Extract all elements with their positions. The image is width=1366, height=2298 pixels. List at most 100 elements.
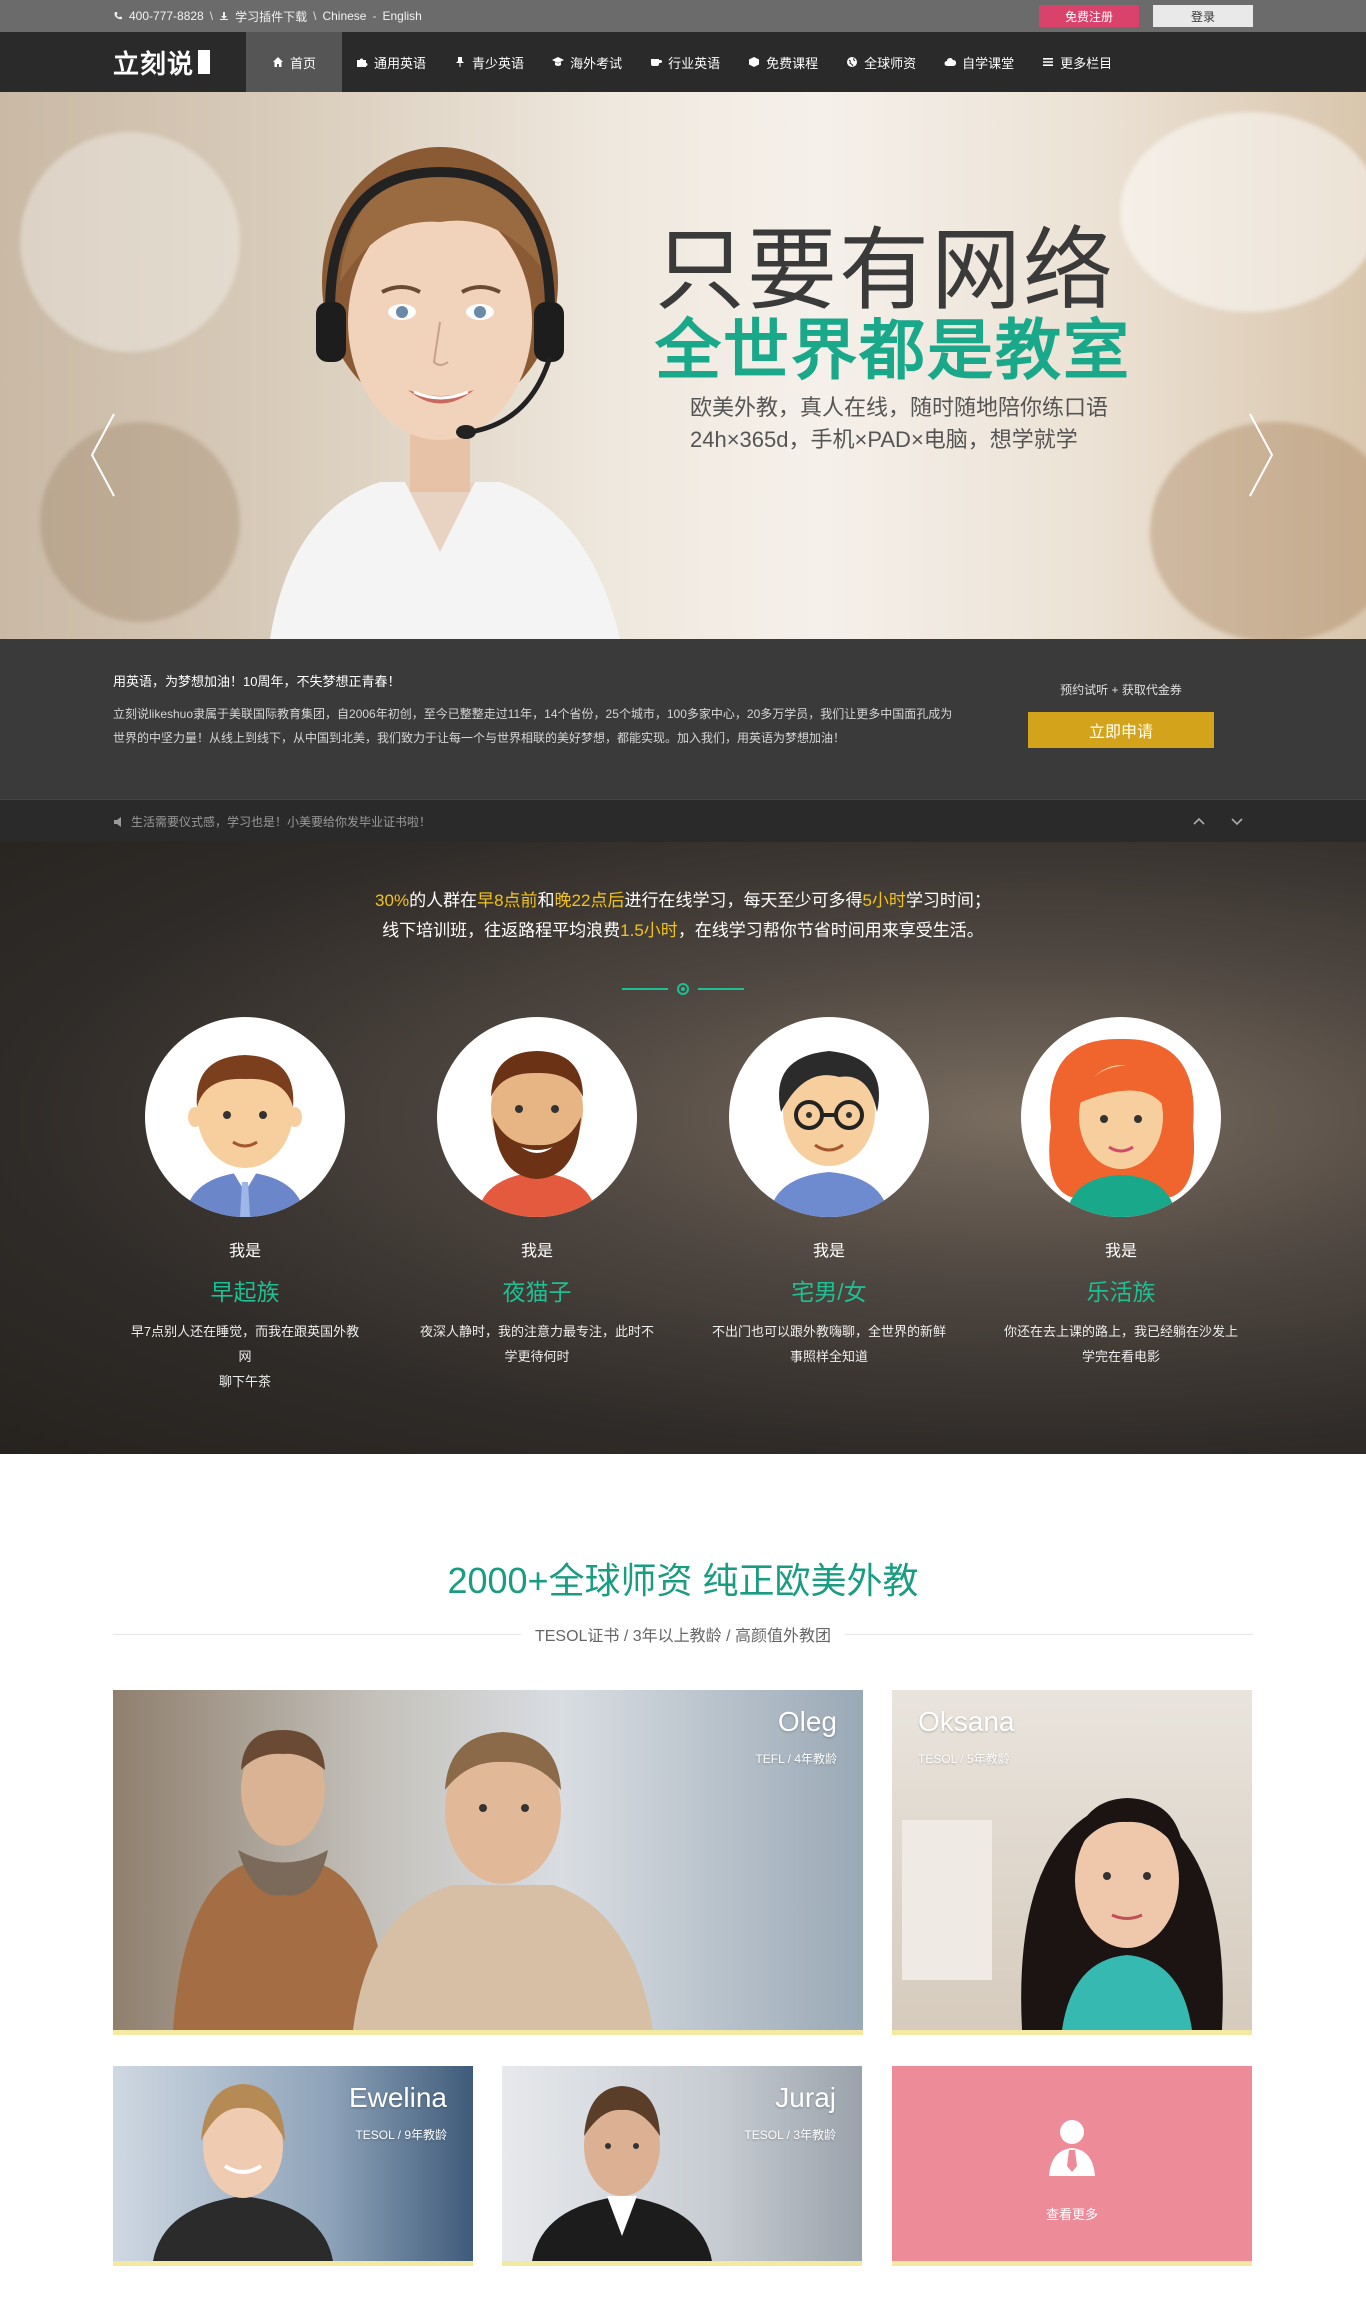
avatar: [729, 1017, 929, 1217]
nav-item-label: 青少英语: [472, 55, 525, 71]
stat-highlight: 30%: [375, 891, 410, 910]
stat-text: 线下培训班，往返路程平均浪费: [382, 921, 621, 940]
notice-text[interactable]: 生活需要仪式感，学习也是！小美要给你发毕业证书啦！: [131, 813, 431, 830]
nav-item-label: 首页: [290, 55, 317, 71]
hero-banner: 只要有网络 全世界都是教室 欧美外教，真人在线，随时随地陪你练口语 24h×36…: [0, 92, 1366, 639]
persona-description: 不出门也可以跟外教嗨聊，全世界的新鲜 事照样全知道: [709, 1319, 949, 1369]
stat-highlight: 1.5小时: [620, 921, 678, 940]
nav-item-label: 更多栏目: [1060, 55, 1113, 71]
nav-item-global-teachers[interactable]: 全球师资: [832, 32, 930, 92]
teacher-photo: [173, 1730, 653, 2030]
phone-number: 400-777-8828: [129, 9, 204, 23]
teacher-card-oksana[interactable]: Oksana TESOL / 5年教龄: [892, 1690, 1252, 2035]
plugin-download-link[interactable]: 学习插件下载: [235, 8, 307, 25]
teacher-name: Oksana: [918, 1706, 1015, 1737]
graduation-cap-icon: [552, 57, 565, 66]
home-icon: [273, 57, 284, 67]
hero-description-line: 24h×365d，手机×PAD×电脑，想学就学: [690, 427, 1078, 452]
logo-text: 立刻说: [113, 48, 195, 79]
bg-light-blob: [20, 132, 240, 352]
teacher-name: Juraj: [775, 2082, 836, 2113]
teacher-credentials: TEFL / 4年教龄: [755, 1752, 837, 1766]
teacher-credentials: TESOL / 5年教龄: [918, 1752, 1010, 1766]
persona-prefix: 我是: [228, 1243, 261, 1260]
teacher-card-ewelina[interactable]: Ewelina TESOL / 9年教龄: [113, 2066, 473, 2266]
teacher-name: Oleg: [777, 1706, 837, 1737]
persona-name: 夜猫子: [502, 1279, 572, 1305]
nav-item-label: 行业英语: [668, 55, 721, 71]
nav-item-self-study[interactable]: 自学课堂: [930, 32, 1028, 92]
teacher-name: Ewelina: [348, 2082, 447, 2113]
persona-night-owl: 我是 夜猫子 夜深人静时，我的注意力最专注，此时不 学更待何时: [417, 1017, 657, 1369]
stat-text: 和: [537, 891, 555, 910]
persona-description-line: 学更待何时: [504, 1349, 570, 1364]
intro-headline: 用英语，为梦想加油！10周年，不失梦想正青春！: [113, 674, 401, 689]
intro-section: 用英语，为梦想加油！10周年，不失梦想正青春！ 立刻说likeshuo隶属于美联…: [0, 639, 1366, 799]
persona-homebody: 我是 宅男/女 不出门也可以跟外教嗨聊，全世界的新鲜 事照样全知道: [709, 1017, 949, 1369]
speaker-icon: [114, 816, 121, 827]
chevron-down-icon[interactable]: [1228, 812, 1246, 830]
avatar: [1021, 1017, 1221, 1217]
teacher-card-oleg[interactable]: Oleg TEFL / 4年教龄: [113, 1690, 863, 2035]
logo-tag-icon: [198, 50, 211, 74]
teacher-credentials: TESOL / 9年教龄: [355, 2128, 447, 2142]
persona-name: 乐活族: [1086, 1279, 1156, 1305]
puzzle-icon: [357, 58, 368, 67]
stat-text: 进行在线学习，每天至少可多得: [624, 891, 863, 910]
prev-slide-arrow-icon[interactable]: [88, 410, 118, 500]
stat-text: 的人群在: [409, 891, 478, 910]
nav-item-more[interactable]: 更多栏目: [1028, 32, 1126, 92]
nav-item-home[interactable]: 首页: [246, 32, 343, 92]
nav-item-youth-english[interactable]: 青少英语: [440, 32, 538, 92]
persona-lohas: 我是 乐活族 你还在去上课的路上，我已经躺在沙发上 学完在看电影: [1001, 1017, 1241, 1369]
persona-prefix: 我是: [520, 1243, 553, 1260]
persona-description-line: 学完在看电影: [1081, 1349, 1160, 1364]
persona-description: 早7点别人还在睡觉，而我在跟英国外教网 聊下午茶: [125, 1319, 365, 1394]
nav-item-overseas-exam[interactable]: 海外考试: [538, 32, 636, 92]
night-owl-avatar-icon: [477, 1051, 597, 1217]
chevron-up-icon[interactable]: [1190, 812, 1208, 830]
nav-item-label: 全球师资: [864, 55, 917, 71]
lang-chinese-link[interactable]: Chinese: [322, 9, 366, 23]
nav-item-label: 自学课堂: [962, 55, 1015, 71]
apply-now-button[interactable]: 立即申请: [1028, 712, 1214, 748]
stat-highlight: 晚22点后: [554, 891, 625, 910]
section-divider-icon: [622, 983, 744, 995]
bg-light-blob: [40, 422, 240, 622]
early-riser-avatar-icon: [185, 1055, 305, 1217]
persona-description-line: 事照样全知道: [789, 1349, 868, 1364]
view-more-teachers-card[interactable]: 查看更多: [892, 2066, 1252, 2266]
intro-body: 立刻说likeshuo隶属于美联国际教育集团，自2006年初创，至今已整整走过1…: [113, 707, 953, 745]
lohas-avatar-icon: [1049, 1038, 1195, 1217]
nav-item-industry-english[interactable]: 行业英语: [636, 32, 734, 92]
persona-description-line: 不出门也可以跟外教嗨聊，全世界的新鲜: [711, 1324, 946, 1339]
audience-stats: 30%的人群在早8点前和晚22点后进行在线学习，每天至少可多得5小时学习时间； …: [0, 886, 1366, 946]
teacher-photo: [902, 1798, 1223, 2030]
download-icon: [220, 12, 229, 20]
avatar: [145, 1017, 345, 1217]
teacher-card-juraj[interactable]: Juraj TESOL / 3年教龄: [502, 2066, 862, 2266]
site-logo[interactable]: 立刻说: [113, 44, 211, 81]
homebody-avatar-icon: [769, 1051, 889, 1217]
persona-description: 你还在去上课的路上，我已经躺在沙发上 学完在看电影: [1001, 1319, 1241, 1369]
persona-description-line: 聊下午茶: [218, 1374, 271, 1389]
nav-item-general-english[interactable]: 通用英语: [342, 32, 440, 92]
nav-item-free-courses[interactable]: 免费课程: [734, 32, 832, 92]
persona-description: 夜深人静时，我的注意力最专注，此时不 学更待何时: [417, 1319, 657, 1369]
user-icon: [1049, 2120, 1095, 2176]
nav-item-label: 通用英语: [374, 55, 427, 71]
stat-text: 学习时间；: [905, 891, 991, 910]
menu-icon: [1043, 58, 1054, 66]
teacher-credentials: TESOL / 3年教龄: [744, 2128, 836, 2142]
lang-english-link[interactable]: English: [382, 9, 421, 23]
pin-icon: [456, 57, 465, 67]
nav-item-label: 免费课程: [766, 55, 819, 71]
login-button[interactable]: 登录: [1153, 5, 1253, 27]
persona-prefix: 我是: [1104, 1243, 1137, 1260]
register-button[interactable]: 免费注册: [1039, 5, 1139, 27]
persona-early-riser: 我是 早起族 早7点别人还在睡觉，而我在跟英国外教网 聊下午茶: [125, 1017, 365, 1394]
persona-name: 宅男/女: [791, 1279, 867, 1305]
top-bar-left: 400-777-8828 \ 学习插件下载 \ Chinese - Englis…: [113, 8, 422, 25]
cta-label: 预约试听 + 获取代金券: [1060, 683, 1182, 697]
next-slide-arrow-icon[interactable]: [1246, 410, 1276, 500]
